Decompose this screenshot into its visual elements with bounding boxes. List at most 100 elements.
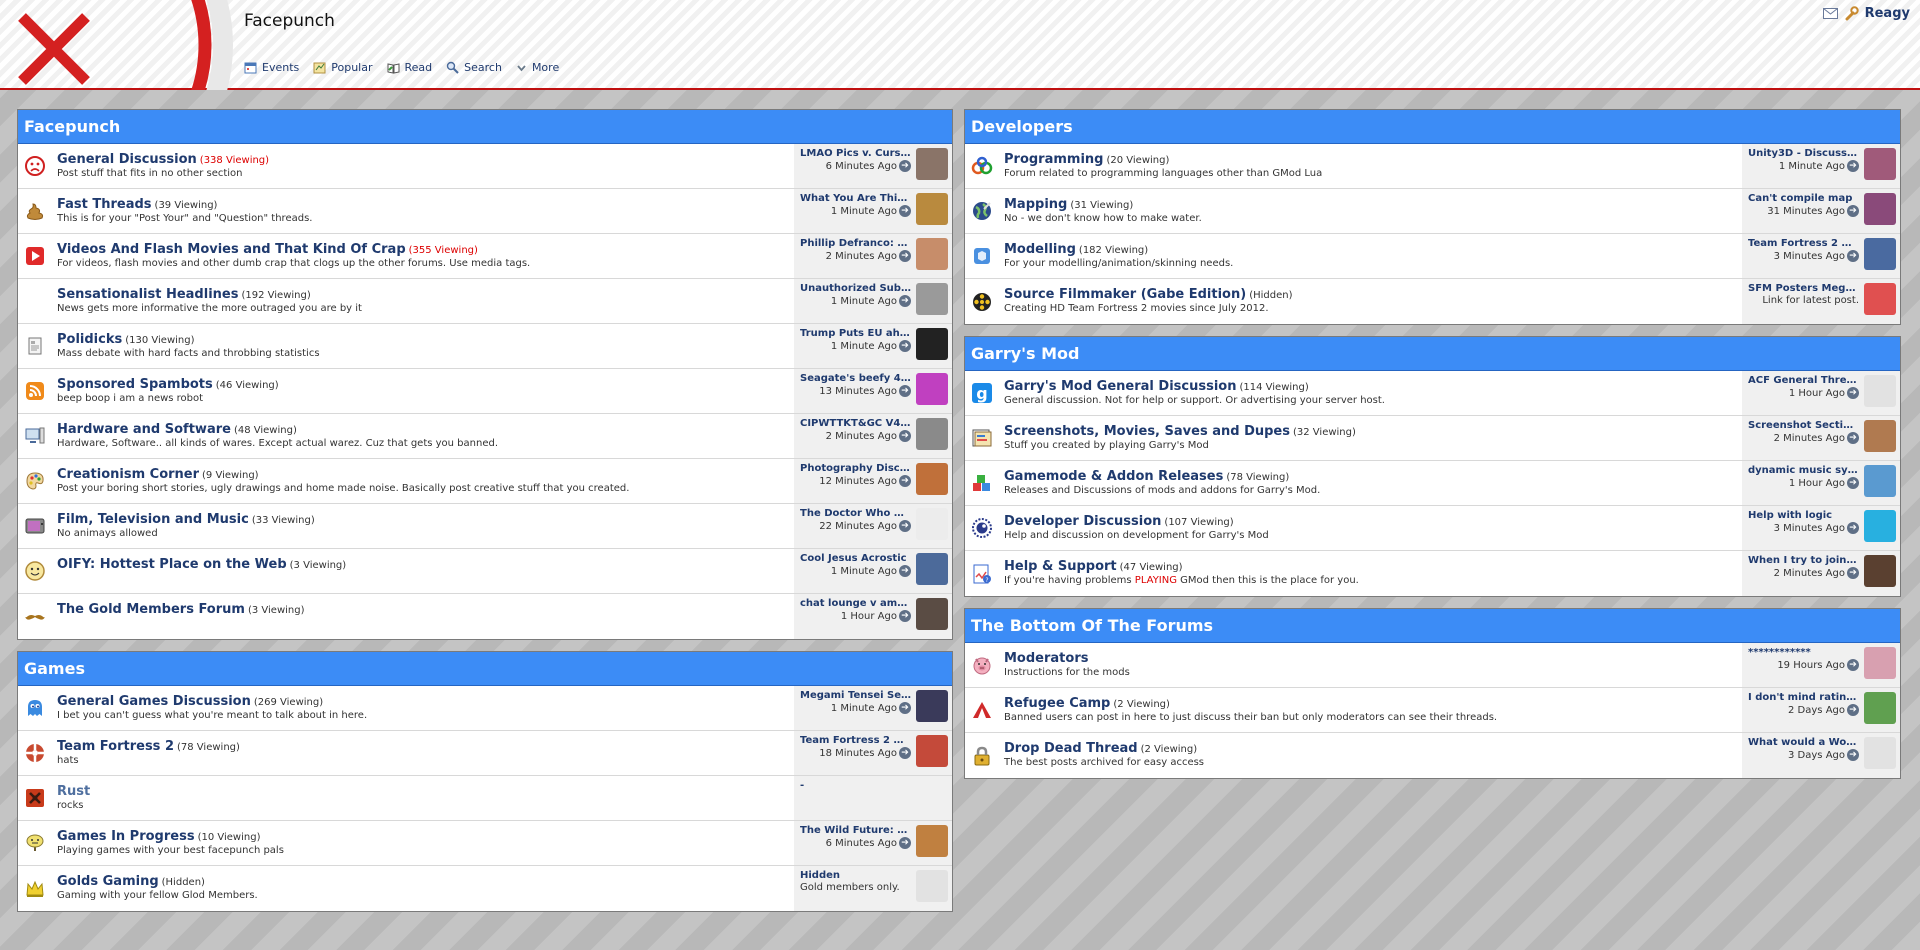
last-poster-avatar[interactable] (1864, 420, 1896, 452)
last-post-title-link[interactable]: dynamic music syste... (1748, 465, 1859, 476)
nav-popular[interactable]: Popular (313, 61, 373, 74)
last-post-title-link[interactable]: What You Are Thinki... (800, 193, 911, 204)
forum-title-link[interactable]: Programming (1004, 152, 1103, 167)
forum-title-link[interactable]: Gamemode & Addon Releases (1004, 469, 1223, 484)
last-post-title-link[interactable]: Trump Puts EU ahea... (800, 328, 911, 339)
last-post-title-link[interactable]: I don't mind ratings (1748, 692, 1859, 703)
last-poster-avatar[interactable] (1864, 148, 1896, 180)
wrench-icon[interactable] (1844, 6, 1859, 21)
last-post-title-link[interactable]: Hidden (800, 870, 911, 881)
go-to-post-icon[interactable]: ➔ (899, 250, 911, 262)
go-to-post-icon[interactable]: ➔ (899, 837, 911, 849)
forum-title-link[interactable]: Rust (57, 784, 90, 799)
last-post-title-link[interactable]: CIPWTTKT&GC V43 ... (800, 418, 911, 429)
go-to-post-icon[interactable]: ➔ (899, 385, 911, 397)
last-post-title-link[interactable]: When I try to join th... (1748, 555, 1859, 566)
last-post-title-link[interactable]: SFM Posters Megath... (1748, 283, 1859, 294)
forum-title-link[interactable]: General Discussion (57, 152, 197, 167)
last-post-title-link[interactable]: Screenshot Section ... (1748, 420, 1859, 431)
forum-title-link[interactable]: Drop Dead Thread (1004, 741, 1138, 756)
last-poster-avatar[interactable] (1864, 283, 1896, 315)
last-post-title-link[interactable]: Cool Jesus Acrostic (800, 553, 911, 564)
last-post-title-link[interactable]: chat lounge v amate... (800, 598, 911, 609)
forum-title-link[interactable]: OIFY: Hottest Place on the Web (57, 557, 287, 572)
go-to-post-icon[interactable]: ➔ (899, 747, 911, 759)
forum-title-link[interactable]: Creationism Corner (57, 467, 199, 482)
section-title[interactable]: The Bottom Of The Forums (965, 609, 1900, 643)
go-to-post-icon[interactable]: ➔ (899, 475, 911, 487)
go-to-post-icon[interactable]: ➔ (899, 430, 911, 442)
last-poster-avatar[interactable] (1864, 375, 1896, 407)
last-post-title-link[interactable]: Phillip Defranco: Wo... (800, 238, 911, 249)
last-poster-avatar[interactable] (916, 735, 948, 767)
go-to-post-icon[interactable]: ➔ (899, 610, 911, 622)
forum-title-link[interactable]: Games In Progress (57, 829, 195, 844)
forum-title-link[interactable]: Team Fortress 2 (57, 739, 174, 754)
forum-title-link[interactable]: Modelling (1004, 242, 1076, 257)
last-post-title-link[interactable]: Unity3D - Discussion (1748, 148, 1859, 159)
facepunch-logo[interactable] (0, 0, 235, 90)
forum-title-link[interactable]: Moderators (1004, 651, 1088, 666)
go-to-post-icon[interactable]: ➔ (1847, 522, 1859, 534)
last-post-title-link[interactable]: ACF General Thread ... (1748, 375, 1859, 386)
last-poster-avatar[interactable] (916, 463, 948, 495)
go-to-post-icon[interactable]: ➔ (1847, 387, 1859, 399)
forum-title-link[interactable]: Screenshots, Movies, Saves and Dupes (1004, 424, 1290, 439)
last-poster-avatar[interactable] (1864, 647, 1896, 679)
last-poster-avatar[interactable] (1864, 193, 1896, 225)
last-poster-avatar[interactable] (1864, 555, 1896, 587)
forum-title-link[interactable]: Videos And Flash Movies and That Kind Of… (57, 242, 406, 257)
last-post-title-link[interactable]: Team Fortress 2 Gen... (800, 735, 911, 746)
last-post-title-link[interactable]: ************ (1748, 647, 1859, 658)
last-post-title-link[interactable]: - (800, 780, 948, 791)
last-poster-avatar[interactable] (916, 870, 948, 902)
section-title[interactable]: Developers (965, 110, 1900, 144)
forum-title-link[interactable]: Source Filmmaker (Gabe Edition) (1004, 287, 1246, 302)
last-poster-avatar[interactable] (916, 508, 948, 540)
last-post-title-link[interactable]: Seagate's beefy 4TB ... (800, 373, 911, 384)
last-post-title-link[interactable]: Help with logic (1748, 510, 1859, 521)
forum-title-link[interactable]: Sponsored Spambots (57, 377, 213, 392)
last-poster-avatar[interactable] (916, 238, 948, 270)
last-post-title-link[interactable]: LMAO Pics v. Cursed (800, 148, 911, 159)
mail-icon[interactable] (1822, 8, 1838, 19)
go-to-post-icon[interactable]: ➔ (1847, 477, 1859, 489)
go-to-post-icon[interactable]: ➔ (899, 565, 911, 577)
go-to-post-icon[interactable]: ➔ (899, 160, 911, 172)
forum-title-link[interactable]: Sensationalist Headlines (57, 287, 238, 302)
forum-title-link[interactable]: Polidicks (57, 332, 122, 347)
last-poster-avatar[interactable] (916, 328, 948, 360)
go-to-post-icon[interactable]: ➔ (1847, 704, 1859, 716)
nav-read[interactable]: Read (387, 61, 432, 74)
go-to-post-icon[interactable]: ➔ (1847, 160, 1859, 172)
last-poster-avatar[interactable] (1864, 692, 1896, 724)
last-poster-avatar[interactable] (916, 690, 948, 722)
last-poster-avatar[interactable] (916, 283, 948, 315)
go-to-post-icon[interactable]: ➔ (899, 295, 911, 307)
last-poster-avatar[interactable] (916, 418, 948, 450)
forum-title-link[interactable]: Golds Gaming (57, 874, 159, 889)
last-post-title-link[interactable]: Photography Discus... (800, 463, 911, 474)
last-poster-avatar[interactable] (916, 193, 948, 225)
forum-title-link[interactable]: Refugee Camp (1004, 696, 1110, 711)
forum-title-link[interactable]: Mapping (1004, 197, 1067, 212)
forum-title-link[interactable]: General Games Discussion (57, 694, 251, 709)
forum-title-link[interactable]: Help & Support (1004, 559, 1117, 574)
last-poster-avatar[interactable] (916, 148, 948, 180)
forum-title-link[interactable]: Hardware and Software (57, 422, 231, 437)
forum-title-link[interactable]: Developer Discussion (1004, 514, 1161, 529)
forum-title-link[interactable]: The Gold Members Forum (57, 602, 245, 617)
last-poster-avatar[interactable] (1864, 510, 1896, 542)
go-to-post-icon[interactable]: ➔ (1847, 567, 1859, 579)
last-poster-avatar[interactable] (1864, 737, 1896, 769)
go-to-post-icon[interactable]: ➔ (1847, 250, 1859, 262)
last-post-title-link[interactable]: Megami Tensei Serie... (800, 690, 911, 701)
go-to-post-icon[interactable]: ➔ (899, 205, 911, 217)
nav-events[interactable]: Events (244, 61, 299, 74)
section-title[interactable]: Garry's Mod (965, 337, 1900, 371)
section-title[interactable]: Games (18, 652, 952, 686)
go-to-post-icon[interactable]: ➔ (899, 520, 911, 532)
last-poster-avatar[interactable] (916, 553, 948, 585)
last-post-title-link[interactable]: What would a World... (1748, 737, 1859, 748)
last-post-title-link[interactable]: Unauthorized Subtitl... (800, 283, 911, 294)
